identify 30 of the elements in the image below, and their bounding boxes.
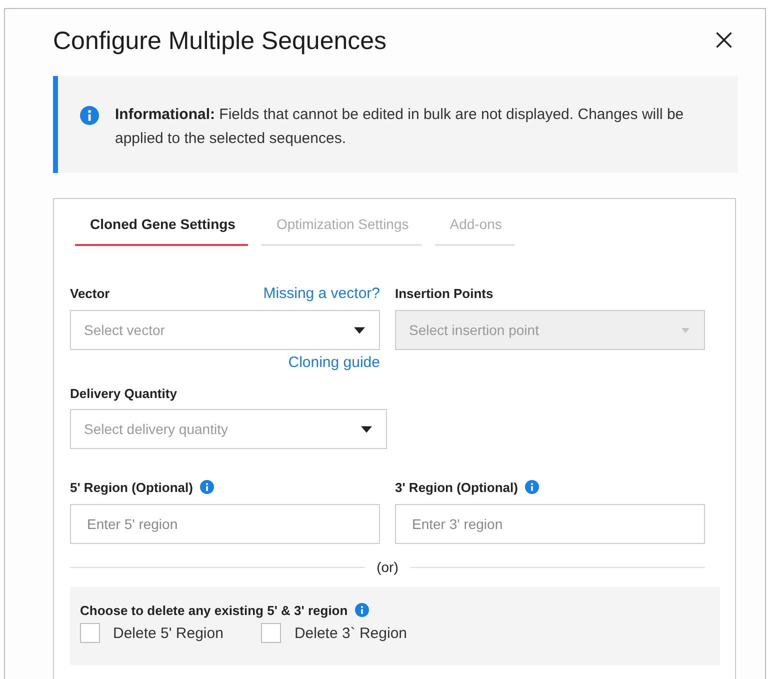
link[interactable]: Missing a vector?	[263, 284, 380, 302]
info-icon	[200, 480, 214, 494]
dropdown-field[interactable]: Select vector	[70, 310, 380, 350]
dropdown-field[interactable]: Select delivery quantity	[70, 409, 387, 449]
caret-icon	[354, 326, 365, 334]
text-field[interactable]: Enter 3' region	[395, 504, 705, 544]
field-label: 5' Region (Optional)	[70, 480, 193, 494]
caret-icon	[681, 328, 690, 332]
field-label: Delivery Quantity	[70, 386, 178, 401]
link[interactable]: Cloning guide	[288, 354, 380, 372]
checkbox-label: Delete 3` Region	[294, 624, 408, 642]
checkbox[interactable]	[80, 623, 100, 643]
checkbox[interactable]	[261, 623, 282, 643]
field-label: 3' Region (Optional)	[395, 480, 518, 494]
tab[interactable]: Optimization Settings	[261, 216, 422, 246]
caret-icon	[361, 426, 372, 432]
dialog-title: Configure Multiple Sequences	[53, 26, 387, 56]
info-icon	[524, 480, 539, 494]
separator-text: (or)	[376, 559, 398, 575]
checkbox-label: Delete 5' Region	[113, 624, 224, 642]
info-icon	[80, 106, 99, 125]
field-label: Vector	[70, 286, 110, 300]
dropdown-field: Select insertion point	[395, 310, 705, 350]
section-title: Choose to delete any existing 5' & 3' region	[80, 602, 348, 618]
field-label: Insertion Points	[395, 286, 494, 300]
info-icon	[354, 603, 369, 617]
tab[interactable]: Add-ons	[434, 216, 515, 246]
info-message: Informational: Fields that cannot be edited in bulk are not displayed. Changes will be applied to the selected sequences.	[115, 105, 685, 149]
text-field[interactable]: Enter 5' region	[70, 504, 380, 544]
tab[interactable]: Cloned Gene Settings	[75, 216, 248, 246]
